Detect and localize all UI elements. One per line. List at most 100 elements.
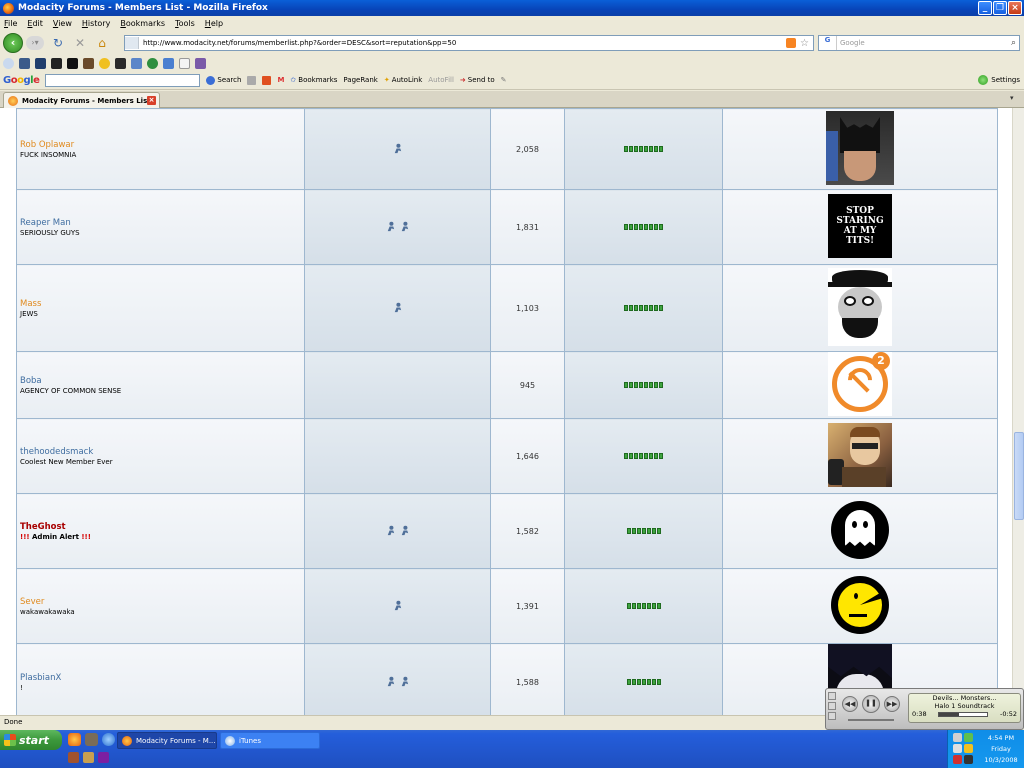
im-contact-icon-1[interactable]: [392, 143, 403, 154]
stop-icon[interactable]: ✕: [72, 35, 88, 51]
player-minimize-icon[interactable]: [828, 702, 836, 710]
bookmark-icon[interactable]: [3, 57, 14, 69]
taskbar-item-firefox[interactable]: Modacity Forums - M...: [117, 732, 217, 749]
avatar[interactable]: [831, 498, 889, 562]
avatar[interactable]: [826, 111, 894, 185]
member-name-link[interactable]: Rob Oplawar: [20, 140, 304, 150]
im-contact-icon-1[interactable]: [385, 525, 396, 536]
antivirus-icon[interactable]: [953, 755, 962, 764]
menu-help[interactable]: Help: [205, 19, 223, 28]
bookmarks-button[interactable]: ✩ Bookmarks: [290, 76, 337, 84]
scrollbar-thumb[interactable]: [1014, 432, 1024, 520]
news-button[interactable]: [247, 75, 257, 85]
bookmark-icon[interactable]: [67, 57, 78, 69]
app-quicklaunch-icon[interactable]: [85, 733, 98, 746]
volume-slider[interactable]: [848, 719, 894, 721]
member-name-link[interactable]: Reaper Man: [20, 218, 304, 228]
start-button[interactable]: start: [0, 730, 62, 750]
member-name-link[interactable]: Sever: [20, 597, 304, 607]
forward-arrow-icon[interactable]: ›▾: [26, 36, 44, 50]
security-icon[interactable]: [964, 744, 973, 753]
track-progress-bar[interactable]: [938, 711, 989, 717]
taskbar-item-itunes[interactable]: iTunes: [220, 732, 320, 749]
member-name-link[interactable]: Mass: [20, 299, 304, 309]
tab-members-list[interactable]: Modacity Forums - Members List ×: [3, 92, 160, 108]
avatar[interactable]: [828, 423, 892, 487]
reload-icon[interactable]: ↻: [50, 35, 66, 51]
bookmark-icon[interactable]: [51, 57, 62, 69]
gmail-button[interactable]: M: [277, 76, 284, 84]
search-input[interactable]: G Google ⌕: [818, 35, 1020, 51]
window-title-bar[interactable]: Modacity Forums - Members List - Mozilla…: [0, 0, 1024, 16]
search-engine-icon[interactable]: G: [819, 36, 837, 50]
pause-icon[interactable]: ❚❚: [862, 695, 880, 713]
previous-track-icon[interactable]: ◀◀: [842, 696, 858, 712]
bookmark-icon[interactable]: [115, 57, 126, 69]
minimize-button[interactable]: _: [978, 1, 992, 15]
system-clock[interactable]: 4:54 PM Friday 10/3/2008: [978, 733, 1024, 766]
avatar[interactable]: STOP STARING AT MY TITS!: [828, 194, 892, 258]
settings-button[interactable]: Settings: [978, 75, 1020, 85]
display-icon[interactable]: [964, 755, 973, 764]
yahoo-quicklaunch-icon[interactable]: [98, 752, 109, 763]
app-quicklaunch-icon[interactable]: [68, 752, 79, 763]
pagerank-indicator[interactable]: PageRank: [343, 76, 377, 84]
menu-view[interactable]: View: [53, 19, 72, 28]
back-arrow-icon[interactable]: ‹: [3, 33, 23, 53]
im-contact-icon-1[interactable]: [392, 302, 403, 313]
avatar[interactable]: 2: [828, 352, 892, 416]
im-contact-icon-1[interactable]: [392, 600, 403, 611]
im-contact-icon-2[interactable]: [399, 525, 410, 536]
url-bar[interactable]: http://www.modacity.net/forums/memberlis…: [124, 35, 814, 51]
bookmark-icon[interactable]: [99, 57, 110, 69]
avatar[interactable]: [828, 268, 892, 346]
home-icon[interactable]: ⌂: [94, 35, 110, 51]
itunes-mini-player[interactable]: ◀◀ ❚❚ ▶▶ Devils... Monsters... Halo 1 So…: [825, 688, 1024, 730]
im-contact-icon-2[interactable]: [399, 676, 410, 687]
autofill-button[interactable]: AutoFill: [428, 76, 454, 84]
member-name-link[interactable]: PlasbianX: [20, 673, 304, 683]
next-track-icon[interactable]: ▶▶: [884, 696, 900, 712]
google-search-input[interactable]: [45, 73, 201, 87]
popup-blocker-button[interactable]: [262, 75, 272, 85]
vertical-scrollbar[interactable]: [1012, 108, 1024, 715]
maximize-button[interactable]: ❐: [993, 1, 1007, 15]
player-close-icon[interactable]: [828, 692, 836, 700]
now-playing-display[interactable]: Devils... Monsters... Halo 1 Soundtrack …: [908, 693, 1021, 723]
ie-quicklaunch-icon[interactable]: [102, 733, 115, 746]
avatar[interactable]: [831, 573, 889, 637]
menu-edit[interactable]: Edit: [27, 19, 43, 28]
menu-tools[interactable]: Tools: [175, 19, 195, 28]
member-name-link[interactable]: thehoodedsmack: [20, 447, 304, 457]
search-icon[interactable]: ⌕: [1011, 38, 1016, 48]
google-search-button[interactable]: Search: [206, 75, 241, 85]
bookmark-icon[interactable]: [147, 57, 158, 69]
menu-file[interactable]: File: [4, 19, 17, 28]
bookmark-icon[interactable]: [131, 57, 142, 69]
bookmark-icon[interactable]: [179, 57, 190, 69]
pencil-button[interactable]: ✎: [501, 76, 507, 84]
autolink-button[interactable]: ✦ AutoLink: [384, 76, 422, 84]
bookmark-icon[interactable]: [19, 57, 30, 69]
network-icon[interactable]: [953, 733, 962, 742]
im-contact-icon-1[interactable]: [385, 221, 396, 232]
menu-history[interactable]: History: [82, 19, 110, 28]
menu-bookmarks[interactable]: Bookmarks: [120, 19, 165, 28]
tab-list-chevron-icon[interactable]: ▾: [1010, 94, 1020, 104]
tab-close-icon[interactable]: ×: [147, 96, 156, 105]
volume-icon[interactable]: [953, 744, 962, 753]
bookmark-icon[interactable]: [163, 57, 174, 69]
bookmark-icon[interactable]: [83, 57, 94, 69]
im-contact-icon-2[interactable]: [399, 221, 410, 232]
im-contact-icon-1[interactable]: [385, 676, 396, 687]
send-to-button[interactable]: ➜ Send to: [460, 76, 495, 84]
site-identity-icon[interactable]: [125, 37, 139, 49]
close-button[interactable]: ×: [1008, 1, 1022, 15]
rss-feed-icon[interactable]: [786, 38, 797, 48]
url-text[interactable]: http://www.modacity.net/forums/memberlis…: [143, 39, 786, 47]
player-zoom-icon[interactable]: [828, 712, 836, 720]
bookmark-icon[interactable]: [35, 57, 46, 69]
firefox-quicklaunch-icon[interactable]: [68, 733, 81, 746]
messenger-icon[interactable]: [964, 733, 973, 742]
app-quicklaunch-icon[interactable]: [83, 752, 94, 763]
